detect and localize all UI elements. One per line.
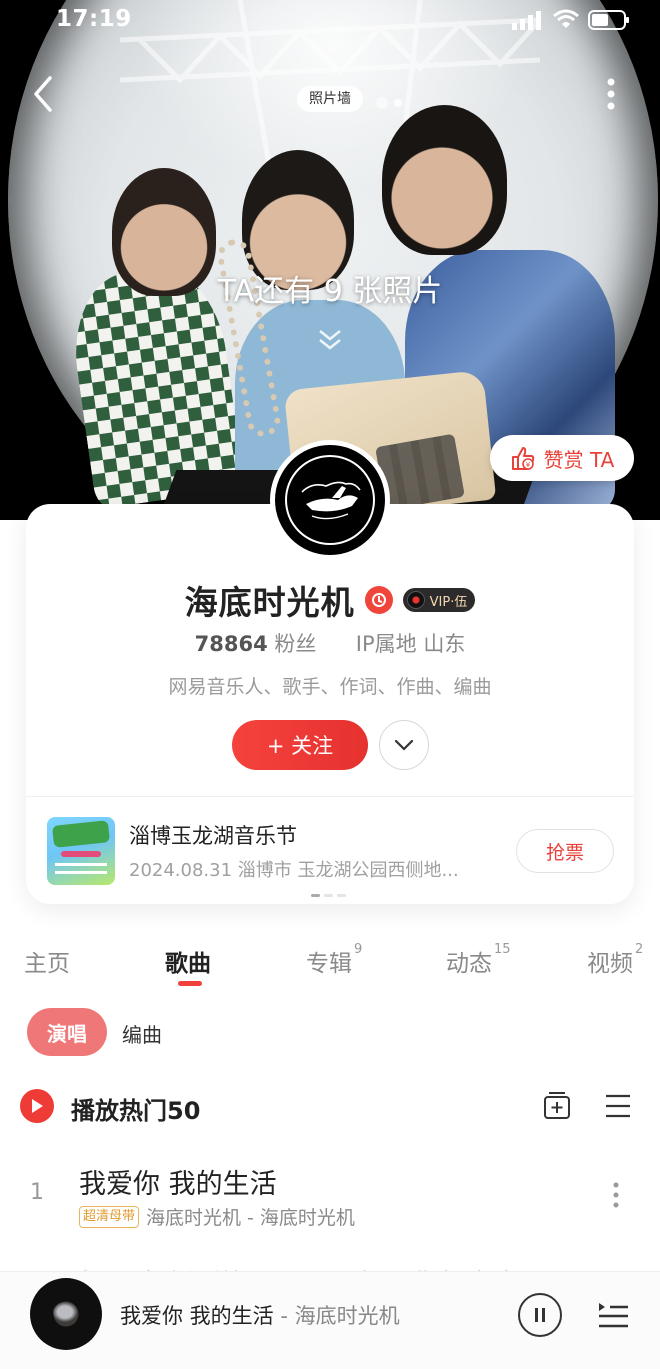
add-to-playlist-icon[interactable]	[542, 1091, 572, 1121]
thumbs-up-coin-icon: ¥	[511, 447, 534, 470]
chevron-down-icon	[394, 739, 414, 751]
wifi-icon	[553, 9, 579, 28]
cellular-signal-icon	[512, 11, 541, 30]
grab-ticket-button[interactable]: 抢票	[516, 829, 614, 873]
photo-wall-label[interactable]: 照片墙	[297, 86, 363, 112]
now-playing-artist: 海底时光机	[294, 1304, 400, 1328]
vinyl-disc-icon	[406, 591, 425, 609]
fans-count: 78864	[194, 632, 268, 656]
artist-roles: 网易音乐人、歌手、作词、作曲、编曲	[168, 676, 492, 698]
now-playing-disc[interactable]	[30, 1278, 102, 1350]
tab-songs[interactable]: 歌曲	[165, 944, 211, 978]
pause-icon	[535, 1308, 545, 1322]
playlist-queue-icon[interactable]	[596, 1299, 630, 1331]
vip-badge[interactable]: VIP·伍	[402, 588, 476, 612]
filter-sing-chip[interactable]: 演唱	[27, 1008, 107, 1056]
tab-home[interactable]: 主页	[24, 944, 70, 978]
musician-badge-icon[interactable]	[364, 586, 393, 614]
filter-arrange-chip[interactable]: 编曲	[122, 1019, 162, 1048]
master-quality-badge: 超清母带	[79, 1206, 140, 1228]
song-artist-album: 海底时光机 - 海底时光机	[146, 1207, 355, 1229]
now-playing-separator: -	[280, 1304, 288, 1328]
artist-name-row: 海底时光机 VIP·伍	[0, 576, 660, 624]
follow-button[interactable]: + 关注	[232, 720, 368, 770]
status-bar: 17:19	[0, 0, 660, 40]
active-tab-indicator	[178, 981, 202, 986]
double-chevron-down-icon	[319, 330, 341, 350]
videos-count-badge: 2	[635, 942, 644, 957]
play-all-row: 播放热门50	[0, 1085, 660, 1129]
expand-similar-button[interactable]	[379, 720, 429, 770]
now-playing-text: 我爱你 我的生活 - 海底时光机	[120, 1300, 400, 1330]
tab-albums[interactable]: 专辑9	[306, 942, 363, 978]
card-divider	[26, 796, 634, 797]
event-subtitle: 2024.08.31 淄博市 玉龙湖公园西侧地...	[129, 860, 459, 881]
back-arrow-icon[interactable]	[22, 72, 66, 116]
tab-moments[interactable]: 动态15	[446, 942, 511, 978]
event-poster-thumbnail[interactable]	[47, 817, 115, 885]
status-time: 17:19	[56, 6, 132, 32]
multi-select-list-icon[interactable]	[604, 1093, 632, 1119]
play-all-icon[interactable]	[20, 1089, 54, 1123]
photo-pager-dots	[376, 92, 416, 109]
song-title: 我爱你 我的生活	[79, 1169, 277, 1200]
event-pager-dots	[311, 894, 351, 898]
artist-avatar[interactable]	[270, 440, 390, 560]
person-right-head	[382, 105, 507, 255]
artist-name: 海底时光机	[184, 583, 355, 622]
event-title[interactable]: 淄博玉龙湖音乐节	[129, 820, 297, 850]
play-all-label[interactable]: 播放热门50	[71, 1091, 200, 1126]
svg-text:¥: ¥	[525, 461, 530, 469]
ip-location: IP属地 山东	[355, 632, 466, 656]
more-photos-text[interactable]: TA还有 9 张照片	[0, 266, 660, 310]
pause-button[interactable]	[518, 1293, 562, 1337]
submarine-logo-icon	[285, 455, 375, 545]
tip-artist-button[interactable]: ¥ 赞赏 TA	[490, 435, 634, 481]
now-playing-title: 我爱你 我的生活	[120, 1304, 274, 1328]
tab-videos[interactable]: 视频2	[587, 942, 644, 978]
more-vertical-icon[interactable]	[596, 72, 626, 116]
artist-tabs: 主页 歌曲 专辑9 动态15 视频2	[0, 942, 660, 988]
artist-stats[interactable]: 78864 粉丝 IP属地 山东	[0, 628, 660, 658]
battery-icon	[588, 10, 629, 30]
albums-count-badge: 9	[354, 942, 363, 957]
song-row[interactable]: 1 我爱你 我的生活 超清母带 海底时光机 - 海底时光机	[0, 1150, 660, 1240]
tip-button-label: 赞赏 TA	[543, 447, 615, 472]
moments-count-badge: 15	[494, 942, 511, 957]
song-index: 1	[30, 1180, 44, 1205]
vip-label: VIP·伍	[429, 594, 468, 610]
fans-label: 粉丝	[274, 632, 317, 656]
song-more-icon[interactable]	[610, 1180, 622, 1210]
mini-player[interactable]: 我爱你 我的生活 - 海底时光机	[0, 1271, 660, 1369]
